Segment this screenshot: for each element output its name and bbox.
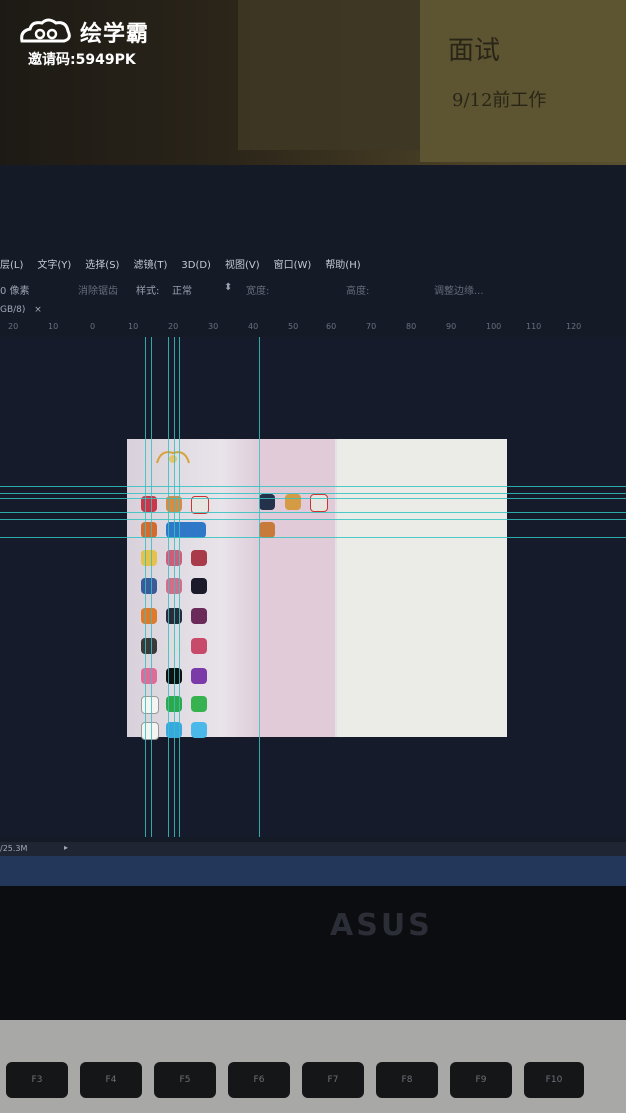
app-icon[interactable] [141, 550, 157, 566]
play-arrow-icon[interactable]: ▸ [64, 843, 68, 852]
app-icon[interactable] [141, 578, 157, 594]
ruler-mark: 10 [48, 322, 59, 331]
style-select[interactable]: 正常 [172, 282, 192, 297]
document-tab[interactable]: GB/8) × [0, 305, 42, 315]
guide-vertical[interactable] [179, 337, 180, 837]
feather-value[interactable]: 0 像素 [0, 282, 30, 297]
key-f9[interactable]: F9 [450, 1062, 512, 1098]
paper-note-left [238, 0, 428, 150]
key-f8[interactable]: F8 [376, 1062, 438, 1098]
app-icon[interactable] [191, 550, 207, 566]
menu-window[interactable]: 窗口(W) [274, 255, 312, 277]
ruler-mark: 90 [446, 322, 457, 331]
menu-3d[interactable]: 3D(D) [181, 255, 211, 277]
ruler-mark: 120 [566, 322, 582, 331]
app-icon[interactable] [141, 722, 159, 740]
horizontal-ruler: 20 10 0 10 20 30 40 50 60 70 80 90 100 1… [0, 320, 626, 334]
key-f5[interactable]: F5 [154, 1062, 216, 1098]
guide-horizontal[interactable] [0, 486, 626, 487]
app-icon[interactable] [141, 638, 157, 654]
guide-vertical[interactable] [259, 337, 260, 837]
doc-size: /25.3M [0, 844, 28, 853]
key-f10[interactable]: F10 [524, 1062, 584, 1098]
invite-code-line: 邀请码:5949PK [28, 49, 136, 69]
ruler-mark: 30 [208, 322, 219, 331]
guide-vertical[interactable] [168, 337, 169, 837]
menu-type[interactable]: 文字(Y) [37, 255, 71, 277]
pink-column [255, 439, 335, 737]
guide-vertical[interactable] [145, 337, 146, 837]
ruler-mark: 20 [8, 322, 19, 331]
width-label: 宽度: [246, 286, 270, 297]
handwriting-line-2: 9/12前工作 [452, 90, 547, 111]
style-label: 样式: [136, 286, 160, 297]
app-icon[interactable] [141, 522, 157, 538]
menu-layer[interactable]: 层(L) [0, 255, 23, 277]
menu-filter[interactable]: 滤镜(T) [133, 255, 167, 277]
key-f4[interactable]: F4 [80, 1062, 142, 1098]
guide-horizontal[interactable] [0, 493, 626, 494]
key-f6[interactable]: F6 [228, 1062, 290, 1098]
app-icon[interactable] [191, 722, 207, 738]
app-icon[interactable] [191, 608, 207, 624]
laptop-brand: ASUS [330, 908, 433, 943]
app-icon[interactable] [259, 494, 275, 510]
invite-code: 5949PK [75, 52, 136, 68]
menu-view[interactable]: 视图(V) [225, 255, 260, 277]
guide-vertical[interactable] [174, 337, 175, 837]
ruler-mark: 0 [90, 322, 96, 331]
laptop-body [0, 886, 626, 1026]
document-tab-label: GB/8) [0, 305, 26, 315]
app-icon[interactable] [259, 522, 275, 538]
app-icon[interactable] [191, 696, 207, 712]
app-icon[interactable] [141, 608, 157, 624]
calendar-icon[interactable] [310, 494, 328, 512]
ruler-mark: 50 [288, 322, 299, 331]
handwriting-line-1: 面试 [448, 36, 501, 66]
key-f7[interactable]: F7 [302, 1062, 364, 1098]
app-icon[interactable] [285, 494, 301, 510]
ruler-mark: 40 [248, 322, 259, 331]
height-label: 高度: [346, 286, 370, 297]
invite-label: 邀请码: [28, 52, 76, 68]
menu-select[interactable]: 选择(S) [85, 255, 119, 277]
ruler-mark: 80 [406, 322, 417, 331]
menu-help[interactable]: 帮助(H) [325, 255, 360, 277]
app-icon[interactable] [191, 578, 207, 594]
screen-bezel [0, 856, 626, 886]
doc-logo-icon [156, 451, 190, 464]
guide-horizontal[interactable] [0, 537, 626, 538]
guide-horizontal[interactable] [0, 519, 626, 520]
app-icon[interactable] [191, 638, 207, 654]
ruler-mark: 110 [526, 322, 542, 331]
light-column [337, 439, 507, 737]
app-icon-wide[interactable] [166, 522, 206, 538]
ruler-mark: 10 [128, 322, 139, 331]
brand-name: 绘学霸 [80, 22, 150, 47]
key-f3[interactable]: F3 [6, 1062, 68, 1098]
ruler-mark: 70 [366, 322, 377, 331]
guide-horizontal[interactable] [0, 512, 626, 513]
guide-vertical[interactable] [151, 337, 152, 837]
watermark-logo: 绘学霸 [18, 16, 149, 48]
chevron-updown-icon: ⬍ [224, 282, 233, 293]
antialias-checkbox[interactable]: 消除锯齿 [78, 282, 118, 297]
refine-edge-button[interactable]: 调整边缘... [434, 282, 484, 297]
ruler-mark: 100 [486, 322, 502, 331]
app-icon[interactable] [141, 696, 159, 714]
app-icon[interactable] [191, 668, 207, 684]
cloud-logo-icon [20, 18, 71, 43]
status-bar: /25.3M ▸ [0, 842, 626, 856]
paper-note-right [420, 0, 626, 162]
options-bar: 0 像素 消除锯齿 样式: 正常 ⬍ 宽度: 高度: 调整边缘... [0, 279, 626, 299]
photoshop-menubar: 层(L) 文字(Y) 选择(S) 滤镜(T) 3D(D) 视图(V) 窗口(W)… [0, 255, 626, 277]
close-icon[interactable]: × [34, 305, 42, 315]
guide-horizontal[interactable] [0, 498, 626, 499]
app-icon[interactable] [141, 668, 157, 684]
ruler-mark: 60 [326, 322, 337, 331]
document-canvas[interactable] [127, 439, 507, 737]
ruler-mark: 20 [168, 322, 179, 331]
